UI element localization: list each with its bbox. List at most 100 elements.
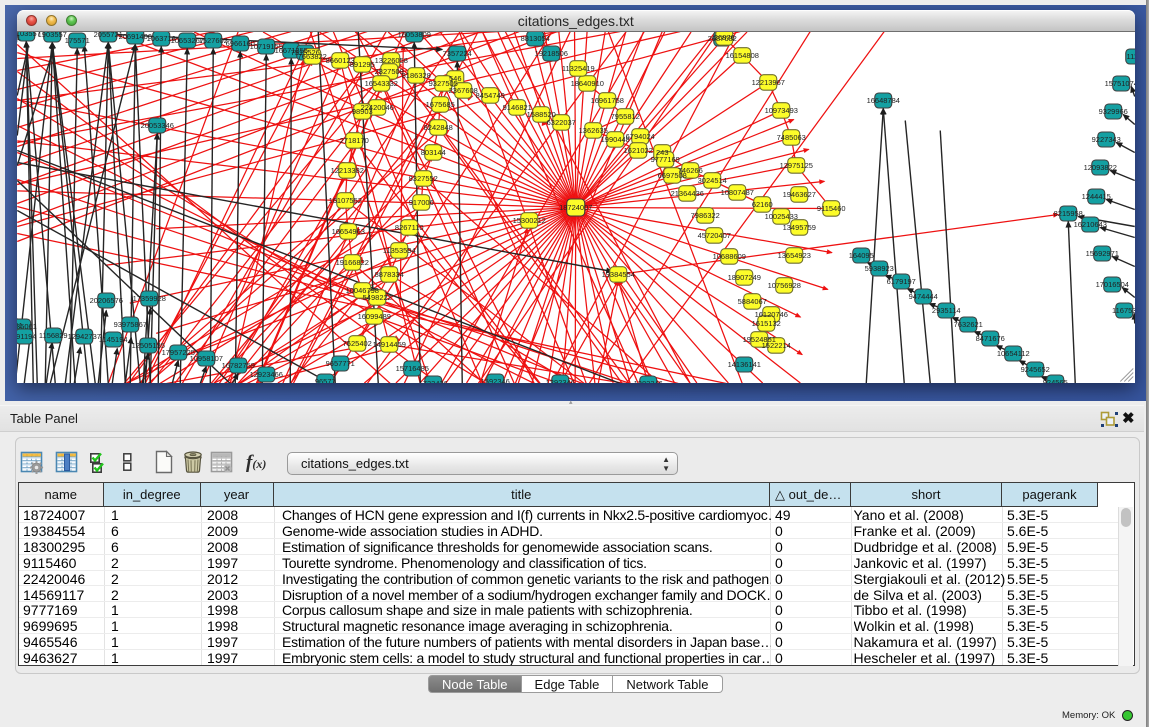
svg-text:9227343: 9227343 bbox=[1092, 135, 1121, 144]
svg-text:1903557: 1903557 bbox=[38, 32, 67, 39]
svg-text:8267110: 8267110 bbox=[395, 223, 424, 232]
svg-text:9245652: 9245652 bbox=[1021, 365, 1050, 374]
svg-text:19463627: 19463627 bbox=[783, 190, 816, 199]
svg-text:1621022: 1621022 bbox=[624, 146, 653, 155]
svg-text:1362635: 1362635 bbox=[579, 126, 608, 135]
svg-text:6794024: 6794024 bbox=[626, 132, 655, 141]
svg-text:7485063: 7485063 bbox=[777, 133, 806, 142]
svg-text:1527602: 1527602 bbox=[199, 36, 228, 45]
svg-text:12093822: 12093822 bbox=[1084, 163, 1117, 172]
svg-text:1117: 1117 bbox=[1126, 52, 1134, 61]
svg-text:11353594: 11353594 bbox=[383, 246, 416, 255]
svg-text:1675685: 1675685 bbox=[426, 100, 455, 109]
svg-text:16053809: 16053809 bbox=[398, 32, 431, 39]
svg-text:1733426: 1733426 bbox=[419, 379, 448, 383]
svg-text:8215958: 8215958 bbox=[1054, 209, 1083, 218]
svg-text:1522214: 1522214 bbox=[762, 341, 791, 350]
svg-text:10973493: 10973493 bbox=[765, 106, 798, 115]
svg-text:6179197: 6179197 bbox=[887, 277, 916, 286]
svg-text:10025433: 10025433 bbox=[765, 212, 798, 221]
svg-text:116753: 116753 bbox=[1112, 306, 1134, 315]
svg-text:7632621: 7632621 bbox=[954, 320, 983, 329]
svg-text:10756928: 10756928 bbox=[768, 281, 801, 290]
svg-text:8471676: 8471676 bbox=[976, 334, 1005, 343]
svg-text:1292346: 1292346 bbox=[546, 378, 575, 383]
svg-text:8242848: 8242848 bbox=[424, 123, 453, 132]
svg-text:62160: 62160 bbox=[752, 200, 773, 209]
svg-text:9115460: 9115460 bbox=[817, 204, 846, 213]
svg-text:18907249: 18907249 bbox=[728, 273, 761, 282]
svg-text:20053346: 20053346 bbox=[141, 121, 174, 130]
svg-text:9777169: 9777169 bbox=[651, 155, 680, 164]
svg-text:14136141: 14136141 bbox=[728, 360, 761, 369]
svg-text:13495759: 13495759 bbox=[783, 223, 816, 232]
svg-text:8327552: 8327552 bbox=[409, 174, 438, 183]
svg-text:1615132: 1615132 bbox=[752, 319, 781, 328]
svg-text:11325419: 11325419 bbox=[562, 64, 595, 73]
svg-text:10654112: 10654112 bbox=[997, 349, 1030, 358]
svg-text:19218506: 19218506 bbox=[535, 49, 568, 58]
svg-text:803144: 803144 bbox=[421, 148, 446, 157]
svg-text:2367608: 2367608 bbox=[449, 86, 478, 95]
svg-text:16154808: 16154808 bbox=[726, 51, 759, 60]
svg-text:1156829: 1156829 bbox=[39, 331, 68, 340]
svg-text:26876: 26876 bbox=[714, 33, 735, 42]
svg-text:18724007: 18724007 bbox=[559, 203, 592, 212]
svg-text:391194: 391194 bbox=[17, 332, 36, 341]
svg-text:19166822: 19166822 bbox=[336, 258, 369, 267]
svg-text:45720407: 45720407 bbox=[698, 231, 731, 240]
svg-text:12505135: 12505135 bbox=[132, 341, 165, 350]
svg-text:18640910: 18640910 bbox=[571, 79, 604, 88]
svg-text:16210643: 16210643 bbox=[1074, 220, 1107, 229]
svg-text:9329966: 9329966 bbox=[1099, 107, 1128, 116]
svg-text:8878334: 8878334 bbox=[375, 270, 404, 279]
svg-text:17359928: 17359928 bbox=[133, 294, 166, 303]
svg-text:2827509: 2827509 bbox=[375, 67, 404, 76]
svg-text:16543332: 16543332 bbox=[365, 79, 398, 88]
svg-text:12213967: 12213967 bbox=[752, 78, 785, 87]
svg-text:12213382: 12213382 bbox=[331, 166, 364, 175]
svg-text:20206576: 20206576 bbox=[90, 296, 123, 305]
svg-text:10807487: 10807487 bbox=[721, 188, 754, 197]
svg-text:7357224: 7357224 bbox=[443, 49, 472, 58]
svg-text:1145194: 1145194 bbox=[99, 335, 128, 344]
svg-text:8186328: 8186328 bbox=[402, 71, 431, 80]
svg-text:6322037: 6322037 bbox=[547, 118, 576, 127]
svg-text:7663822: 7663822 bbox=[298, 52, 327, 61]
svg-text:21364436: 21364436 bbox=[671, 189, 704, 198]
svg-text:175571: 175571 bbox=[65, 36, 90, 45]
svg-text:13226058: 13226058 bbox=[375, 56, 408, 65]
svg-text:93975867: 93975867 bbox=[114, 320, 147, 329]
svg-text:16648784: 16648784 bbox=[867, 96, 900, 105]
svg-text:2935114: 2935114 bbox=[932, 306, 961, 315]
svg-text:8813054: 8813054 bbox=[521, 34, 550, 43]
svg-text:15300212: 15300212 bbox=[513, 216, 546, 225]
svg-text:98903: 98903 bbox=[352, 107, 373, 116]
svg-text:2718170: 2718170 bbox=[340, 136, 369, 145]
svg-text:7955812: 7955812 bbox=[611, 112, 640, 121]
svg-text:924565: 924565 bbox=[1043, 378, 1068, 383]
svg-text:8454749: 8454749 bbox=[476, 91, 505, 100]
svg-text:9474444: 9474444 bbox=[909, 292, 938, 301]
svg-text:16654963: 16654963 bbox=[332, 227, 365, 236]
svg-text:15716485: 15716485 bbox=[396, 364, 429, 373]
svg-text:10688609: 10688609 bbox=[713, 252, 746, 261]
svg-text:891295: 891295 bbox=[350, 60, 375, 69]
svg-text:12975125: 12975125 bbox=[780, 161, 813, 170]
svg-text:16120746: 16120746 bbox=[755, 310, 788, 319]
svg-text:5498222: 5498222 bbox=[363, 293, 392, 302]
svg-text:17016504: 17016504 bbox=[1096, 280, 1129, 289]
svg-text:15692971: 15692971 bbox=[1086, 249, 1119, 258]
svg-text:13654923: 13654923 bbox=[778, 251, 811, 260]
svg-text:10958107: 10958107 bbox=[190, 354, 223, 363]
svg-text:5884067: 5884067 bbox=[738, 297, 767, 306]
svg-text:1592346: 1592346 bbox=[481, 377, 510, 383]
svg-text:16107552: 16107552 bbox=[329, 196, 362, 205]
svg-text:96577: 96577 bbox=[315, 377, 336, 383]
svg-text:7625402: 7625402 bbox=[343, 339, 372, 348]
svg-text:164095: 164095 bbox=[849, 251, 874, 260]
svg-text:16782759: 16782759 bbox=[222, 361, 255, 370]
svg-text:14914459: 14914459 bbox=[373, 340, 406, 349]
svg-text:1244415: 1244415 bbox=[1082, 192, 1111, 201]
svg-text:12923466: 12923466 bbox=[250, 370, 283, 379]
